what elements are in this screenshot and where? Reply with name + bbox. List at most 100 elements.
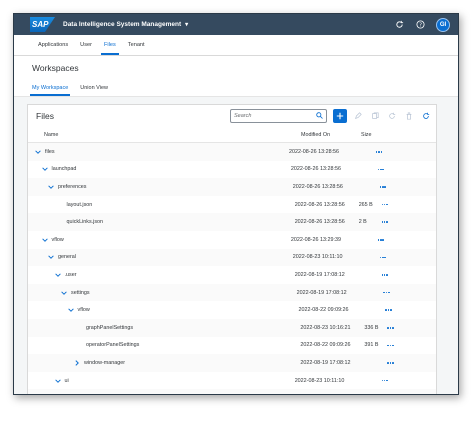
files-panel-header: Files	[28, 105, 436, 127]
tab-tenant[interactable]: Tenant	[122, 35, 151, 55]
file-name: layout.json	[66, 201, 93, 208]
file-name: window-manager	[84, 359, 126, 366]
modified-date: 2022-08-26 13:28:56	[290, 166, 341, 173]
modified-date: 2022-08-19 17:08:12	[296, 289, 347, 296]
more-actions-icon[interactable]	[384, 307, 394, 313]
chevron-down-icon[interactable]	[54, 271, 62, 279]
page-header: Workspaces	[14, 56, 458, 80]
search-input[interactable]	[234, 113, 316, 119]
modified-date: 2022-08-26 13:28:56	[294, 219, 345, 226]
table-row[interactable]: vflow 2022-08-26 13:29:39	[28, 231, 436, 249]
tab-files[interactable]: Files	[98, 35, 122, 55]
file-name: graphPanelSettings	[86, 324, 134, 331]
table-row[interactable]: vflow 2022-08-22 09:09:26	[28, 301, 436, 319]
chevron-down-icon[interactable]	[67, 306, 75, 314]
more-actions-icon[interactable]	[378, 254, 388, 260]
file-size: 391 B	[364, 342, 379, 349]
column-header-modified[interactable]: Modified On	[301, 132, 330, 138]
file-tree: files 2022-08-26 13:28:56 launchpad 2022-08…	[28, 143, 436, 394]
file-size: 265 B	[358, 201, 373, 208]
table-row[interactable]: com.sap.abap2.settings.json2022-08-23 10…	[28, 389, 436, 394]
nav-tabs: Applications User Files Tenant	[14, 35, 458, 56]
chevron-down-icon[interactable]	[47, 253, 55, 261]
app-title-menu[interactable]: Data Intelligence System Management ▾	[63, 21, 188, 28]
files-panel: Files Search Name Modified On Size files…	[27, 104, 437, 394]
table-row[interactable]: general 2022-08-23 10:11:10	[28, 248, 436, 267]
table-row[interactable]: settings 2022-08-19 17:08:12	[28, 283, 436, 302]
modified-date: 2022-08-26 13:28:56	[294, 201, 345, 208]
add-button[interactable]	[333, 109, 347, 123]
table-row[interactable]: layout.json 2022-08-26 13:28:56 265 B	[28, 196, 436, 214]
table-row[interactable]: window-manager 2022-08-19 17:08:12	[28, 354, 436, 372]
modified-date: 2022-08-23 10:11:10	[292, 254, 343, 261]
tab-user[interactable]: User	[74, 35, 98, 55]
refresh-icon[interactable]	[419, 110, 432, 123]
table-row[interactable]: files 2022-08-26 13:28:56	[28, 143, 436, 161]
modified-date: 2022-08-19 17:08:12	[294, 271, 345, 278]
more-actions-icon[interactable]	[382, 290, 392, 296]
chevron-down-icon[interactable]	[54, 377, 62, 385]
shell-bar: SAP Data Intelligence System Management …	[14, 14, 458, 35]
search-box[interactable]	[230, 109, 327, 123]
column-header-name[interactable]: Name	[44, 132, 58, 138]
file-name: preferences	[58, 183, 87, 190]
file-name: ui	[64, 377, 69, 384]
more-actions-icon[interactable]	[376, 237, 386, 243]
modified-date: 2022-08-23 10:16:21	[300, 324, 351, 331]
file-size: 2 B	[358, 219, 367, 226]
delete-icon[interactable]	[402, 110, 415, 123]
chevron-down-icon[interactable]	[41, 236, 49, 244]
search-icon[interactable]	[316, 111, 323, 121]
tab-my-workspace[interactable]: My Workspace	[26, 80, 74, 96]
more-actions-icon[interactable]	[385, 360, 395, 366]
help-icon[interactable]: ?	[415, 20, 425, 30]
more-actions-icon[interactable]	[385, 342, 395, 348]
table-header: Name Modified On Size	[28, 127, 436, 143]
svg-text:?: ?	[419, 22, 422, 28]
modified-date: 2022-08-23 10:11:10	[294, 377, 345, 384]
modified-date: 2022-08-26 13:29:39	[290, 236, 341, 243]
app-title: Data Intelligence System Management	[63, 21, 182, 28]
modified-date: 2022-08-26 13:28:56	[289, 148, 340, 155]
more-actions-icon[interactable]	[385, 325, 395, 331]
chevron-down-icon[interactable]	[47, 183, 55, 191]
refresh-icon[interactable]	[394, 20, 404, 30]
page-title: Workspaces	[32, 63, 79, 73]
file-name: general	[58, 254, 76, 261]
file-name: launchpad	[51, 166, 77, 173]
modified-date: 2022-08-19 17:08:12	[300, 359, 351, 366]
more-actions-icon[interactable]	[380, 202, 390, 208]
table-row[interactable]: preferences 2022-08-26 13:28:56	[28, 178, 436, 196]
table-row[interactable]: quickLinks.json 2022-08-26 13:28:56 2 B	[28, 213, 436, 231]
file-name: operatorPanelSettings	[86, 342, 140, 349]
table-row[interactable]: .user 2022-08-19 17:08:12	[28, 266, 436, 284]
sync-icon[interactable]	[385, 110, 398, 123]
copy-icon[interactable]	[368, 110, 381, 123]
chevron-down-icon: ▾	[185, 22, 189, 28]
column-header-size[interactable]: Size	[361, 132, 372, 138]
table-row[interactable]: ui 2022-08-23 10:11:10	[28, 372, 436, 390]
more-actions-icon[interactable]	[376, 166, 386, 172]
file-size: 336 B	[364, 324, 379, 331]
chevron-right-icon[interactable]	[73, 359, 81, 367]
table-row[interactable]: launchpad 2022-08-26 13:28:56	[28, 161, 436, 179]
more-actions-icon[interactable]	[374, 149, 384, 155]
more-actions-icon[interactable]	[378, 184, 388, 190]
chevron-down-icon[interactable]	[34, 148, 42, 156]
table-row[interactable]: operatorPanelSettings 2022-08-22 09:09:26…	[28, 337, 436, 355]
file-name: quickLinks.json	[66, 219, 104, 226]
files-panel-title: Files	[36, 111, 54, 121]
table-row[interactable]: graphPanelSettings 2022-08-23 10:16:21 336…	[28, 318, 436, 337]
sap-logo[interactable]: SAP	[30, 17, 55, 32]
chevron-down-icon[interactable]	[41, 165, 49, 173]
chevron-down-icon[interactable]	[60, 289, 68, 297]
files-toolbar	[333, 109, 432, 123]
tab-applications[interactable]: Applications	[32, 35, 74, 55]
more-actions-icon[interactable]	[380, 272, 390, 278]
more-actions-icon[interactable]	[380, 219, 390, 225]
edit-icon[interactable]	[351, 110, 364, 123]
avatar[interactable]: GI	[436, 17, 450, 32]
tab-union-view[interactable]: Union View	[74, 80, 114, 96]
file-name: settings	[71, 289, 90, 296]
more-actions-icon[interactable]	[380, 378, 390, 384]
